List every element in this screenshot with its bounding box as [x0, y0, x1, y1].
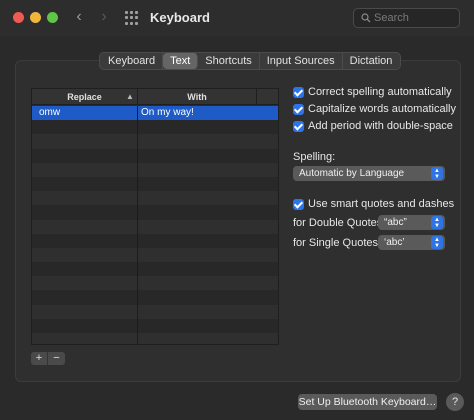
column-header-with[interactable]: With — [138, 89, 256, 105]
double-quotes-value: “abc” — [384, 217, 407, 228]
empty-row — [32, 219, 278, 234]
tab-dictation[interactable]: Dictation — [343, 53, 400, 69]
setup-bluetooth-keyboard-button[interactable]: Set Up Bluetooth Keyboard… — [298, 394, 437, 410]
popup-arrows-icon: ▲ ▼ — [431, 167, 443, 180]
single-quotes-label: for Single Quotes — [293, 237, 378, 249]
add-button[interactable]: + — [31, 352, 48, 365]
smart-quotes-label: Use smart quotes and dashes — [308, 198, 455, 210]
empty-row — [32, 318, 278, 333]
correct-spelling-label: Correct spelling automatically — [308, 86, 452, 98]
spelling-language-select[interactable]: Automatic by Language ▲ ▼ — [293, 166, 445, 181]
spelling-language-value: Automatic by Language — [299, 168, 405, 179]
search-input[interactable] — [374, 11, 454, 25]
sort-ascending-icon: ▲ — [126, 92, 134, 101]
show-all-grid-icon[interactable] — [125, 11, 139, 25]
empty-row — [32, 262, 278, 277]
empty-row — [32, 233, 278, 248]
column-divider[interactable] — [256, 89, 257, 105]
add-remove-control: + − — [31, 352, 65, 365]
double-quotes-select[interactable]: “abc” ▲ ▼ — [378, 215, 445, 230]
text-replacement-table[interactable]: Replace ▲ With omw On my way! — [31, 88, 279, 345]
smart-quotes-checkbox[interactable] — [293, 199, 304, 210]
capitalize-words-checkbox[interactable] — [293, 104, 304, 115]
empty-row — [32, 276, 278, 291]
empty-row — [32, 148, 278, 163]
remove-button[interactable]: − — [48, 352, 65, 365]
empty-row — [32, 120, 278, 135]
table-header: Replace ▲ With — [32, 89, 278, 105]
table-rows: omw On my way! — [32, 106, 278, 344]
double-quotes-label: for Double Quotes — [293, 217, 383, 229]
empty-row — [32, 333, 278, 344]
with-cell[interactable]: On my way! — [141, 106, 194, 120]
tab-keyboard[interactable]: Keyboard — [101, 53, 164, 69]
empty-row — [32, 304, 278, 319]
window-title: Keyboard — [150, 10, 210, 25]
replace-cell[interactable]: omw — [39, 106, 60, 120]
tab-input-sources[interactable]: Input Sources — [260, 53, 343, 69]
add-period-checkbox[interactable] — [293, 121, 304, 132]
column-divider-line — [137, 106, 138, 344]
empty-row — [32, 191, 278, 206]
zoom-window-button[interactable] — [47, 12, 58, 23]
column-header-replace[interactable]: Replace — [32, 89, 137, 105]
correct-spelling-checkbox[interactable] — [293, 87, 304, 98]
tab-bar: Keyboard Text Shortcuts Input Sources Di… — [99, 52, 402, 70]
title-bar: ‹ › Keyboard — [0, 0, 474, 36]
capitalize-words-label: Capitalize words automatically — [308, 103, 456, 115]
single-quotes-value: ‘abc’ — [384, 237, 405, 248]
tab-text[interactable]: Text — [163, 53, 199, 69]
minimize-window-button[interactable] — [30, 12, 41, 23]
spelling-label: Spelling: — [293, 151, 336, 163]
empty-row — [32, 176, 278, 192]
table-row[interactable]: omw On my way! — [32, 106, 278, 121]
empty-row — [32, 247, 278, 263]
empty-row — [32, 162, 278, 177]
back-chevron-icon[interactable]: ‹ — [70, 8, 88, 26]
tab-shortcuts[interactable]: Shortcuts — [198, 53, 260, 69]
add-period-label: Add period with double-space — [308, 120, 453, 132]
help-icon[interactable]: ? — [446, 393, 464, 411]
empty-row — [32, 134, 278, 149]
empty-row — [32, 290, 278, 305]
close-window-button[interactable] — [13, 12, 24, 23]
search-icon — [361, 13, 371, 23]
forward-chevron-icon[interactable]: › — [95, 8, 113, 26]
empty-row — [32, 205, 278, 220]
popup-arrows-icon: ▲ ▼ — [431, 216, 443, 229]
popup-arrows-icon: ▲ ▼ — [431, 236, 443, 249]
single-quotes-select[interactable]: ‘abc’ ▲ ▼ — [378, 235, 445, 250]
search-field[interactable] — [353, 8, 460, 28]
